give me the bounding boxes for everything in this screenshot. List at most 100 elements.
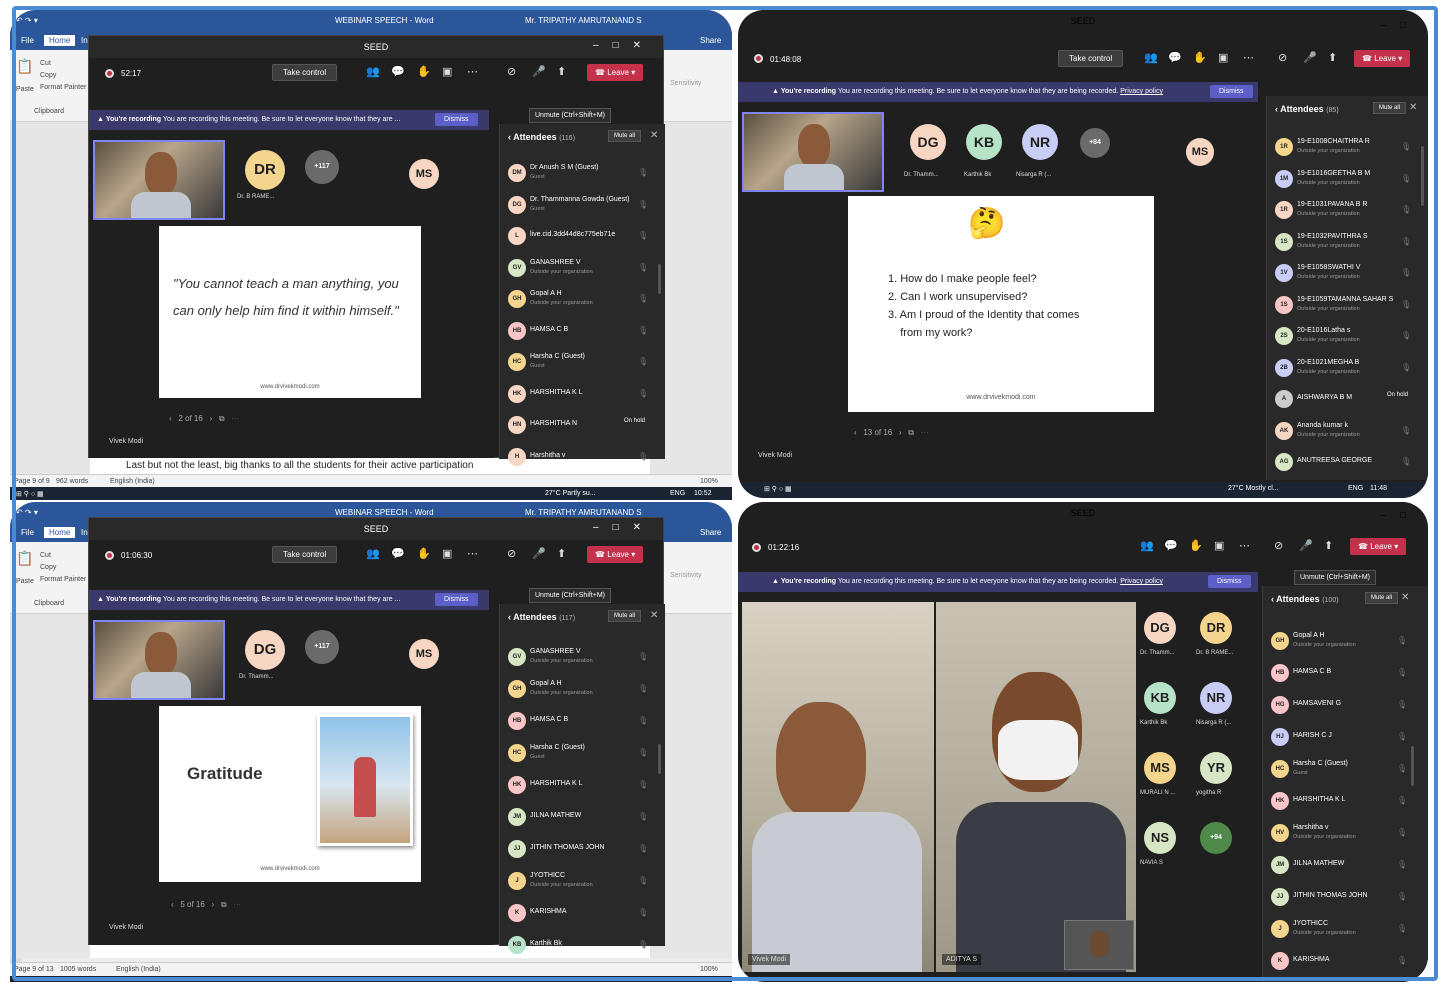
attendee-row[interactable]: 1S 19-E1032PAVITHRA S Outside your organiz… xyxy=(1275,231,1411,257)
mic-muted-icon[interactable]: 🎙 xyxy=(1397,892,1407,901)
attendee-row[interactable]: HV Harshitha v Outside your organization 🎙 xyxy=(1271,822,1407,848)
mic-muted-icon[interactable]: 🎙 xyxy=(1401,457,1411,466)
overflow-count-avatar[interactable]: +84 xyxy=(1080,128,1110,158)
attendee-row[interactable]: HN HARSHITHA N On hold xyxy=(508,414,648,440)
start-icon[interactable]: ⊞ ⚲ ○ ▦ xyxy=(764,485,792,493)
reactions-icon[interactable]: ✋ xyxy=(417,547,431,560)
attendee-row[interactable]: GV GANASHREE V Outside your organization 🎙 xyxy=(508,646,648,672)
attendee-row[interactable]: GH Gopal A H Outside your organization 🎙 xyxy=(508,678,648,704)
mute-all-button[interactable]: Mute all xyxy=(608,130,642,142)
participant-avatar[interactable]: NR xyxy=(1200,682,1232,714)
close-icon[interactable]: ✕ xyxy=(650,610,658,621)
attendee-row[interactable]: HK HARSHITHA K L 🎙 xyxy=(1271,790,1407,816)
mic-muted-icon[interactable]: 🎙 xyxy=(1397,764,1407,773)
mic-muted-icon[interactable]: 🎙 xyxy=(638,876,648,885)
reactions-icon[interactable]: ✋ xyxy=(1189,539,1203,552)
attendee-row[interactable]: JM JILNA MATHEW 🎙 xyxy=(508,806,648,832)
language-status[interactable]: English (India) xyxy=(116,966,161,973)
close-icon[interactable]: ✕ xyxy=(1401,592,1409,603)
share-screen-icon[interactable]: ⬆ xyxy=(557,547,566,560)
slide-navigation[interactable]: ‹ 5 of 16 › ⧉ ⋯ xyxy=(171,900,241,910)
more-options-icon[interactable]: ⋯ xyxy=(1243,51,1254,64)
language-indicator[interactable]: ENG xyxy=(1348,485,1363,492)
paste-label[interactable]: Paste xyxy=(16,86,34,93)
privacy-link[interactable]: Privacy policy xyxy=(1120,578,1163,585)
window-controls[interactable]: –□ xyxy=(1380,20,1420,31)
attendee-row[interactable]: HC Harsha C (Guest) Guest 🎙 xyxy=(1271,758,1407,784)
zoom-level[interactable]: 100% xyxy=(700,478,718,485)
mic-muted-icon[interactable]: 🎙 xyxy=(1401,237,1411,246)
language-status[interactable]: English (India) xyxy=(110,478,155,485)
attendee-row[interactable]: 1R 19-E1031PAVANA B R Outside your organiz… xyxy=(1275,199,1411,225)
mic-muted-icon[interactable]: 🎙 xyxy=(638,652,648,661)
mute-all-button[interactable]: Mute all xyxy=(1365,592,1399,604)
mic-muted-icon[interactable]: 🎙 xyxy=(638,844,648,853)
avatar-ms[interactable]: MS xyxy=(409,639,439,669)
take-control-button[interactable]: Take control xyxy=(272,64,338,81)
mic-muted-icon[interactable]: 🎙 xyxy=(1397,860,1407,869)
close-icon[interactable]: ✕ xyxy=(650,130,658,141)
attendee-row[interactable]: DM Dr Anush S M (Guest) Guest 🎙 xyxy=(508,162,648,188)
chat-icon[interactable]: 💬 xyxy=(391,65,405,78)
participant-avatar[interactable]: YR xyxy=(1200,752,1232,784)
people-icon[interactable]: 👥 xyxy=(366,547,380,560)
scrollbar[interactable] xyxy=(1421,146,1424,206)
tab-home[interactable]: Home xyxy=(44,35,76,46)
attendee-row[interactable]: JJ JITHIN THOMAS JOHN 🎙 xyxy=(508,838,648,864)
dismiss-button[interactable]: Dismiss xyxy=(435,593,478,606)
avatar-dr[interactable]: DR xyxy=(245,150,285,190)
attendee-row[interactable]: A AISHWARYA B M On hold xyxy=(1275,388,1411,414)
mic-muted-icon[interactable]: 🎙 xyxy=(638,452,648,461)
mute-all-button[interactable]: Mute all xyxy=(608,610,642,622)
mic-muted-icon[interactable]: 🎙 xyxy=(1401,142,1411,151)
close-icon[interactable]: ✕ xyxy=(1409,102,1417,113)
scrollbar[interactable] xyxy=(658,744,661,774)
share-button[interactable]: Share xyxy=(695,527,726,538)
mic-muted-icon[interactable]: 🎙 xyxy=(638,326,648,335)
attendee-row[interactable]: HK HARSHITHA K L 🎙 xyxy=(508,774,648,800)
participant-avatar[interactable]: MS xyxy=(1144,752,1176,784)
breakout-icon[interactable]: ▣ xyxy=(442,65,452,78)
take-control-button[interactable]: Take control xyxy=(1058,50,1124,67)
attendee-row[interactable]: GH Gopal A H Outside your organization 🎙 xyxy=(508,288,648,314)
mic-muted-icon[interactable]: 🎙 xyxy=(638,231,648,240)
attendee-row[interactable]: JJ JITHIN THOMAS JOHN 🎙 xyxy=(1271,886,1407,912)
chat-icon[interactable]: 💬 xyxy=(1164,539,1178,552)
avatar-kb[interactable]: KB xyxy=(966,124,1002,160)
scrollbar[interactable] xyxy=(658,264,661,294)
take-control-button[interactable]: Take control xyxy=(272,546,338,563)
tab-file[interactable]: File xyxy=(16,527,39,538)
attendee-row[interactable]: 1M 19-E1016GEETHA B M Outside your organiz… xyxy=(1275,168,1411,194)
sensitivity-label[interactable]: Sensitivity xyxy=(670,80,702,87)
sensitivity-label[interactable]: Sensitivity xyxy=(670,572,702,579)
mic-off-icon[interactable]: 🎤 xyxy=(532,547,546,560)
mic-muted-icon[interactable]: 🎙 xyxy=(1397,700,1407,709)
mic-muted-icon[interactable]: 🎙 xyxy=(1397,636,1407,645)
mute-all-button[interactable]: Mute all xyxy=(1373,102,1407,114)
mic-off-icon[interactable]: 🎤 xyxy=(532,65,546,78)
mic-muted-icon[interactable]: 🎙 xyxy=(1397,732,1407,741)
zoom-level[interactable]: 100% xyxy=(700,966,718,973)
mic-off-icon[interactable]: 🎤 xyxy=(1303,51,1317,64)
scrollbar[interactable] xyxy=(1411,746,1414,786)
camera-off-icon[interactable]: ⊘ xyxy=(507,547,516,560)
overflow-count-avatar[interactable]: +117 xyxy=(305,630,339,664)
attendee-row[interactable]: AG ANUTREESA GEORGE 🎙 xyxy=(1275,451,1411,477)
copy-button[interactable]: Copy xyxy=(40,564,56,571)
paste-icon[interactable]: 📋 xyxy=(16,58,33,75)
attendee-row[interactable]: AK Ananda kumar k Outside your organizatio… xyxy=(1275,420,1411,446)
participant-avatar[interactable]: KB xyxy=(1144,682,1176,714)
attendee-row[interactable]: GV GANASHREE V Outside your organization 🎙 xyxy=(508,257,648,283)
more-options-icon[interactable]: ⋯ xyxy=(467,547,478,560)
mic-muted-icon[interactable]: 🎙 xyxy=(638,748,648,757)
start-icon[interactable]: ⊞ ⚲ ○ ▦ xyxy=(16,490,44,498)
mic-muted-icon[interactable]: 🎙 xyxy=(1397,828,1407,837)
slide-navigation[interactable]: ‹ 13 of 16 › ⧉ ⋯ xyxy=(854,428,929,438)
mic-muted-icon[interactable]: 🎙 xyxy=(638,168,648,177)
mic-muted-icon[interactable]: 🎙 xyxy=(1397,956,1407,965)
attendee-row[interactable]: HC Harsha C (Guest) Guest 🎙 xyxy=(508,351,648,377)
paste-label[interactable]: Paste xyxy=(16,578,34,585)
tab-home[interactable]: Home xyxy=(44,527,76,538)
mic-muted-icon[interactable]: 🎙 xyxy=(638,389,648,398)
share-screen-icon[interactable]: ⬆ xyxy=(557,65,566,78)
